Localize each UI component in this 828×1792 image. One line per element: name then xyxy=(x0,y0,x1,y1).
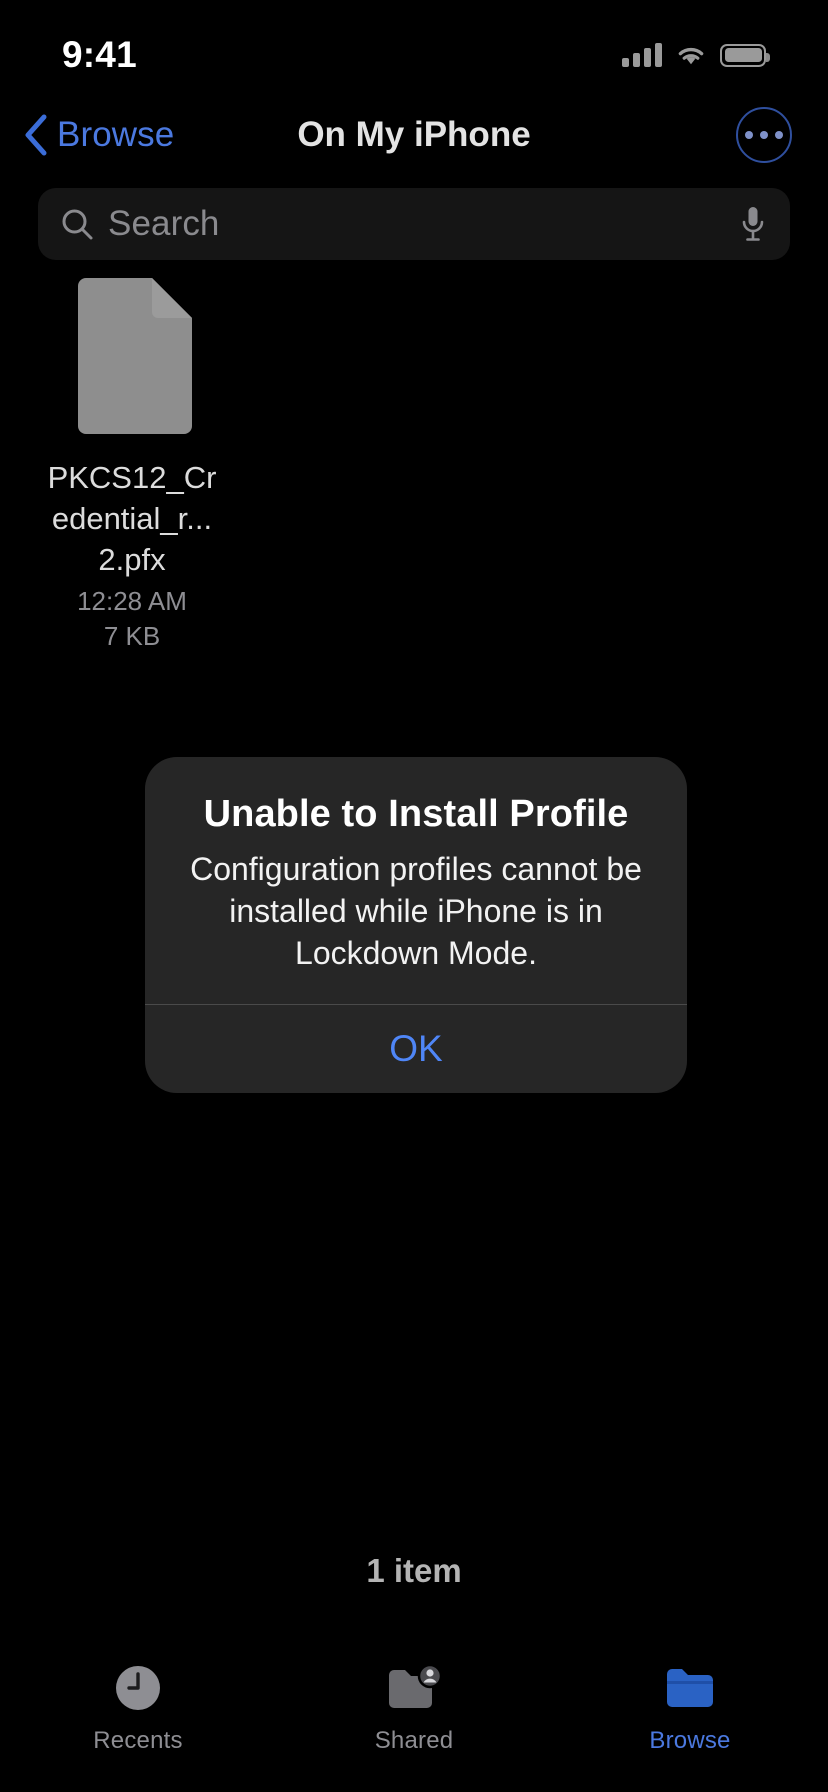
search-field[interactable]: Search xyxy=(38,188,790,260)
cellular-signal-icon xyxy=(622,43,662,67)
tab-label-shared: Shared xyxy=(374,1727,454,1754)
tab-label-recents: Recents xyxy=(93,1727,183,1754)
tab-recents[interactable]: Recents xyxy=(0,1658,276,1755)
file-size-label: 7 KB xyxy=(103,621,161,651)
ellipsis-dot xyxy=(760,131,768,139)
tab-shared[interactable]: Shared xyxy=(276,1658,552,1755)
ellipsis-dot xyxy=(775,131,783,139)
file-item[interactable]: PKCS12_Credential_r...2.pfx 12:28 AM 7 K… xyxy=(38,276,226,652)
status-bar-time: 9:41 xyxy=(62,34,137,75)
alert-message: Configuration profiles cannot be install… xyxy=(190,851,642,971)
alert-title: Unable to Install Profile xyxy=(203,793,629,835)
tab-bar: Recents Shared Browse xyxy=(0,1640,828,1792)
status-bar-indicators xyxy=(622,43,770,67)
item-count-label: 1 item xyxy=(366,1552,462,1589)
alert-dialog: Unable to Install Profile Configuration … xyxy=(145,757,687,1093)
folder-icon xyxy=(664,1658,716,1718)
alert-ok-button[interactable]: OK xyxy=(145,1005,687,1093)
ellipsis-dot xyxy=(745,131,753,139)
tab-browse[interactable]: Browse xyxy=(552,1658,828,1755)
navigation-bar: Browse On My iPhone xyxy=(0,96,828,174)
shared-folder-icon xyxy=(385,1658,443,1718)
page-title: On My iPhone xyxy=(297,115,531,154)
iphone-files-app-screen: 9:41 Browse On My iPhone Search PKCS12_C… xyxy=(0,0,828,1792)
search-bar[interactable]: Search xyxy=(38,188,790,260)
file-date-label: 12:28 AM xyxy=(77,586,187,616)
more-options-button[interactable] xyxy=(736,107,792,163)
tab-label-browse: Browse xyxy=(649,1727,731,1754)
alert-body: Unable to Install Profile Configuration … xyxy=(145,757,687,1004)
clock-icon xyxy=(112,1658,164,1718)
generic-document-icon xyxy=(70,276,194,436)
wifi-icon xyxy=(678,47,704,65)
battery-icon xyxy=(720,43,770,67)
search-input[interactable]: Search xyxy=(108,204,738,244)
file-name-label: PKCS12_Credential_r...2.pfx xyxy=(47,460,217,577)
search-icon xyxy=(62,209,93,240)
file-grid: PKCS12_Credential_r...2.pfx 12:28 AM 7 K… xyxy=(38,276,790,652)
status-bar: 9:41 xyxy=(0,0,828,96)
microphone-icon[interactable] xyxy=(738,204,768,244)
